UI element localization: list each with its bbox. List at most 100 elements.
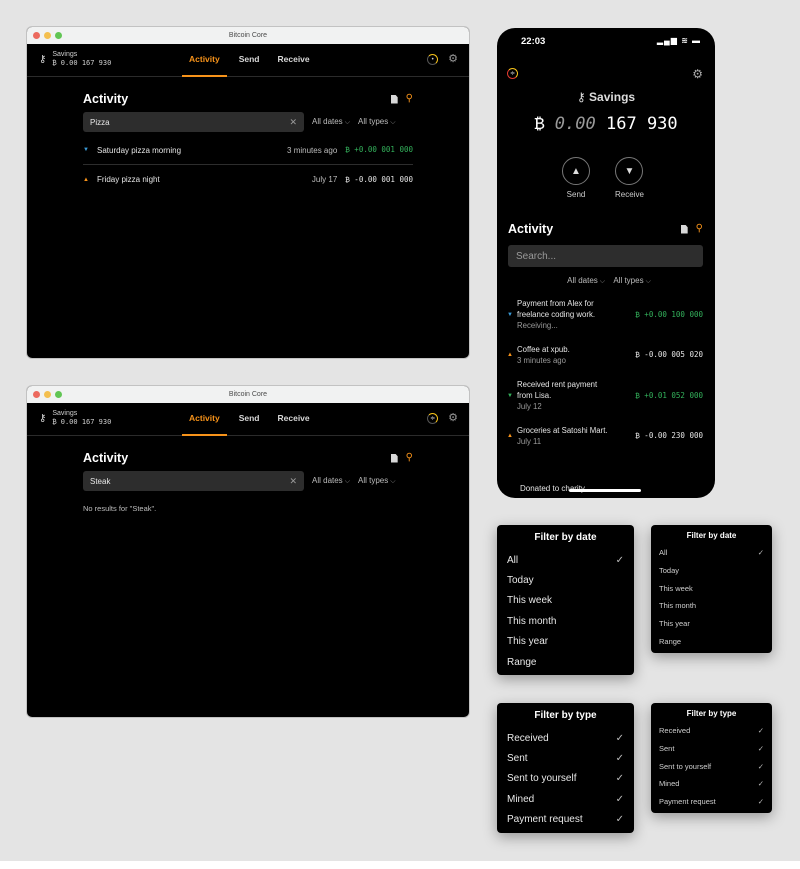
menu-item-label: All [659,548,668,558]
search-input-value: Steak [90,476,111,486]
menu-item-label: Payment request [659,797,716,807]
transaction-row[interactable]: ▼ Received rent payment from Lisa. July 12… [507,379,703,412]
sent-arrow-icon: ▲ [83,176,89,183]
export-document-icon[interactable] [680,224,688,234]
desktop-window-search-results: Bitcoin Core ⚷ Savings ₿ 0.00 167 930 Ac… [27,27,469,358]
export-document-icon[interactable] [390,94,398,104]
menu-item-mined[interactable]: Mined ✓ [659,775,764,793]
export-document-icon[interactable] [390,453,398,463]
type-filter-dropdown[interactable]: All types ⌵ [358,117,396,127]
menu-item-label: Sent to yourself [507,773,577,785]
gear-icon[interactable]: ⚙ [448,413,458,424]
menu-item-this-week[interactable]: This week [507,591,624,611]
menu-item-payment-request[interactable]: Payment request ✓ [507,810,624,830]
date-filter-dropdown[interactable]: All dates ⌵ [312,476,350,486]
window-title: Bitcoin Core [228,32,268,39]
menu-item-today[interactable]: Today [507,570,624,590]
main-nav: Activity Send Receive [182,44,322,77]
menu-item-label: This month [507,615,557,627]
check-icon: ✓ [615,814,624,826]
wallet-selector[interactable]: ⚷ Savings ₿ 0.00 167 930 [39,410,111,427]
transaction-amount: ₿ -0.00 005 020 [635,350,703,359]
transaction-amount: ₿ +0.00 100 000 [635,309,703,319]
menu-item-mined[interactable]: Mined ✓ [507,789,624,809]
search-input[interactable]: Steak ✕ [83,471,304,491]
title-bar: Bitcoin Core [27,386,469,403]
search-icon[interactable]: ⚲ [406,453,413,463]
menu-item-sent-to-yourself[interactable]: Sent to yourself ✓ [507,769,624,789]
wallet-selector[interactable]: ⚷ Savings [497,90,715,104]
tab-activity[interactable]: Activity [182,44,227,77]
menu-item-this-year[interactable]: This year [659,615,764,633]
gear-icon[interactable]: ⚙ [448,54,458,65]
menu-item-sent[interactable]: Sent ✓ [507,748,624,768]
menu-item-this-month[interactable]: This month [507,611,624,631]
search-icon[interactable]: ⚲ [696,224,703,234]
transaction-row[interactable]: ▲ Friday pizza night July 17 ₿ -0.00 001… [83,165,413,194]
date-filter-label: All dates [312,476,343,485]
home-indicator[interactable] [569,489,641,492]
check-icon: ✓ [757,548,764,558]
transaction-list: ▼ Payment from Alex for freelance coding … [507,298,703,460]
receive-label: Receive [615,190,644,199]
received-arrow-icon: ▼ [507,311,513,318]
transaction-status: Receiving... [517,321,558,330]
date-filter-menu-mobile: Filter by date All ✓ Today This week This… [497,525,634,675]
menu-item-received[interactable]: Received ✓ [507,728,624,748]
date-filter-dropdown[interactable]: All dates ⌵ [312,117,350,127]
menu-item-label: All [507,554,519,566]
check-icon: ✓ [615,732,624,744]
transaction-label: Saturday pizza morning [97,145,182,155]
search-input[interactable]: Pizza ✕ [83,112,304,132]
transaction-row[interactable]: ▼ Payment from Alex for freelance coding … [507,298,703,331]
type-filter-dropdown[interactable]: All types ⌵ [613,276,651,285]
transaction-row[interactable]: ▲ Coffee at xpub. 3 minutes ago ₿ -0.00 0… [507,344,703,366]
search-icon[interactable]: ⚲ [406,94,413,104]
clear-search-icon[interactable]: ✕ [289,476,297,487]
receive-button[interactable]: ▼ Receive [615,157,644,199]
type-filter-dropdown[interactable]: All types ⌵ [358,476,396,486]
menu-item-sent[interactable]: Sent ✓ [659,740,764,758]
transaction-list: ▼ Saturday pizza morning 3 minutes ago ₿… [83,136,413,194]
tab-receive[interactable]: Receive [272,403,316,436]
search-input[interactable]: Search... [508,245,703,267]
status-bar: 22:03 ▂▄▆ ≋ ▬ [521,36,701,47]
menu-item-range[interactable]: Range [507,652,624,672]
menu-item-this-month[interactable]: This month [659,597,764,615]
menu-item-label: Payment request [507,814,583,826]
menu-item-range[interactable]: Range [659,632,764,650]
send-button[interactable]: ▲ Send [562,157,590,199]
transaction-row[interactable]: ▼ Saturday pizza morning 3 minutes ago ₿… [83,136,413,165]
menu-item-this-year[interactable]: This year [507,632,624,652]
check-icon: ✓ [615,554,624,566]
sync-status-icon[interactable]: ≑ [507,68,518,79]
gear-icon[interactable]: ⚙ [692,67,703,81]
menu-item-all[interactable]: All ✓ [507,550,624,570]
sync-status-icon[interactable]: ≑ [427,413,439,424]
date-filter-label: All dates [567,276,598,285]
tab-send[interactable]: Send [233,44,266,77]
tab-send[interactable]: Send [233,403,266,436]
menu-item-payment-request[interactable]: Payment request ✓ [659,793,764,811]
menu-item-today[interactable]: Today [659,562,764,580]
menu-item-this-week[interactable]: This week [659,579,764,597]
menu-title: Filter by type [534,710,597,721]
transaction-amount: ₿ -0.00 230 000 [635,431,703,440]
wallet-balance: ₿ 0.00 167 930 [497,114,715,135]
menu-item-sent-to-yourself[interactable]: Sent to yourself ✓ [659,757,764,775]
menu-item-all[interactable]: All ✓ [659,544,764,562]
search-placeholder: Search... [516,250,557,262]
sync-status-icon[interactable]: • [427,54,439,65]
transaction-row[interactable]: ▲ Groceries at Satoshi Mart. July 11 ₿ -0… [507,425,703,447]
transaction-label-line: Groceries at Satoshi Mart. [517,426,608,435]
no-results-message: No results for "Steak". [83,504,157,513]
tab-receive[interactable]: Receive [272,44,316,77]
wallet-name: Savings [52,410,78,417]
check-icon: ✓ [615,753,624,765]
sent-arrow-icon: ▲ [507,352,513,358]
wallet-selector[interactable]: ⚷ Savings ₿ 0.00 167 930 [39,51,111,68]
date-filter-dropdown[interactable]: All dates ⌵ [567,276,605,285]
clear-search-icon[interactable]: ✕ [289,117,297,128]
menu-item-received[interactable]: Received ✓ [659,722,764,740]
tab-activity[interactable]: Activity [182,403,227,436]
